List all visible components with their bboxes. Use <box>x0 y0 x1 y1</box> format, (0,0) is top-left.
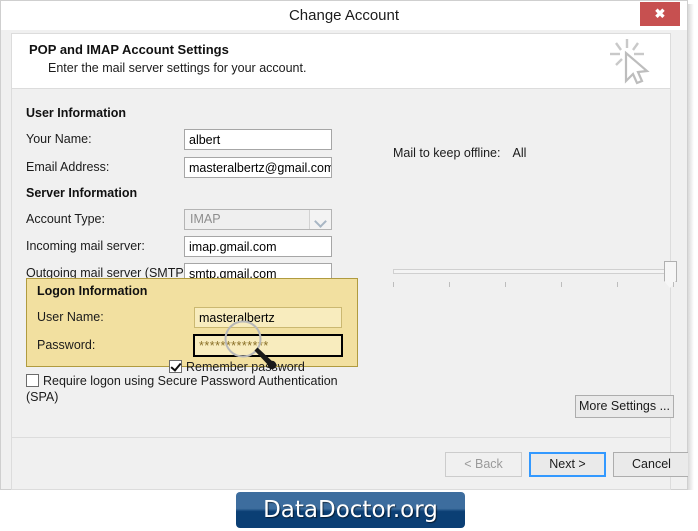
window-shadow <box>688 4 694 490</box>
label-incoming-mail-server: Incoming mail server: <box>26 239 145 253</box>
remember-password-checkbox[interactable]: Remember password <box>169 360 305 374</box>
user-name-input[interactable] <box>194 307 342 328</box>
watermark-banner: DataDoctor.org <box>236 492 465 528</box>
settings-body: User Information Your Name: Email Addres… <box>11 89 677 437</box>
mail-offline-slider-ticks <box>393 282 674 288</box>
incoming-mail-server-input[interactable] <box>184 236 332 257</box>
email-address-input[interactable] <box>184 157 332 178</box>
mail-offline-label: Mail to keep offline: All <box>393 146 526 160</box>
remember-password-label: Remember password <box>186 360 305 374</box>
watermark-text: DataDoctor.org <box>263 497 438 523</box>
require-spa-checkbox[interactable]: Require logon using Secure Password Auth… <box>26 373 346 405</box>
slider-tick <box>617 282 618 287</box>
mail-offline-slider-thumb[interactable] <box>664 261 677 288</box>
logon-information-box: Logon Information User Name: Password: R… <box>26 278 358 374</box>
click-cursor-icon <box>604 36 656 88</box>
title-bar: Change Account ✖ <box>1 1 687 30</box>
page-title: POP and IMAP Account Settings <box>29 42 229 57</box>
change-account-dialog: Change Account ✖ POP and IMAP Account Se… <box>0 0 690 490</box>
label-your-name: Your Name: <box>26 132 92 146</box>
mail-offline-slider-track[interactable] <box>393 269 674 274</box>
label-account-type: Account Type: <box>26 212 105 226</box>
window-title: Change Account <box>288 7 400 24</box>
slider-tick <box>505 282 506 287</box>
page-subtitle: Enter the mail server settings for your … <box>48 61 307 75</box>
section-user-information: User Information <box>26 106 127 120</box>
section-server-information: Server Information <box>26 186 138 200</box>
next-button[interactable]: Next > <box>529 452 606 477</box>
label-email-address: Email Address: <box>26 160 110 174</box>
section-logon-information: Logon Information <box>37 284 148 298</box>
your-name-input[interactable] <box>184 129 332 150</box>
slider-tick <box>449 282 450 287</box>
cancel-button[interactable]: Cancel <box>613 452 690 477</box>
footer-panel: < Back Next > Cancel <box>11 438 690 490</box>
slider-tick <box>673 282 674 287</box>
label-password: Password: <box>37 338 96 352</box>
chevron-down-icon[interactable] <box>309 210 331 229</box>
header-band: POP and IMAP Account Settings Enter the … <box>11 33 671 89</box>
account-type-select[interactable]: IMAP <box>184 209 332 230</box>
close-icon[interactable]: ✖ <box>640 2 680 26</box>
more-settings-button[interactable]: More Settings ... <box>575 395 674 418</box>
back-button[interactable]: < Back <box>445 452 522 477</box>
slider-tick <box>393 282 394 287</box>
slider-tick <box>561 282 562 287</box>
checkbox-icon[interactable] <box>26 374 39 387</box>
password-input[interactable] <box>193 334 343 357</box>
require-spa-label: Require logon using Secure Password Auth… <box>26 374 338 404</box>
mail-offline-value: All <box>512 146 527 160</box>
account-type-value: IMAP <box>190 212 221 226</box>
checkbox-icon[interactable] <box>169 360 182 373</box>
mail-offline-label-text: Mail to keep offline: <box>393 146 501 160</box>
label-user-name: User Name: <box>37 310 104 324</box>
